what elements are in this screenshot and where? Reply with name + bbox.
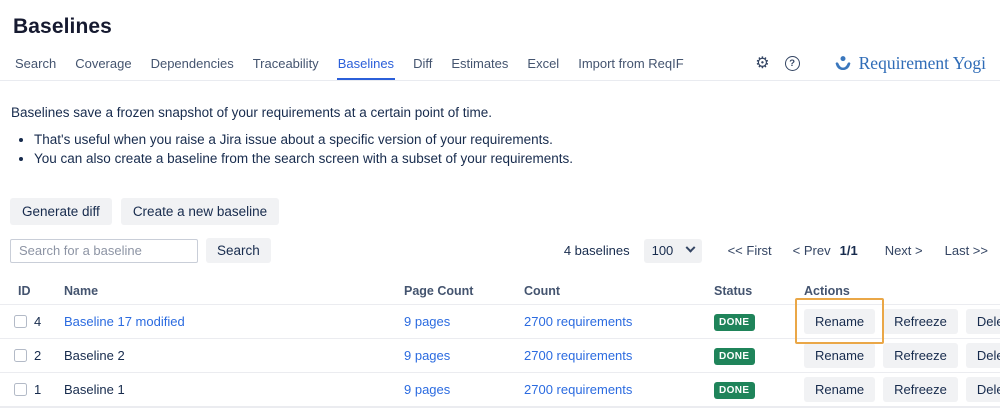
page-title: Baselines bbox=[0, 0, 1000, 39]
row-checkbox[interactable] bbox=[14, 349, 27, 362]
intro-bullet: That's useful when you raise a Jira issu… bbox=[34, 131, 1000, 148]
table-header: ID Name Page Count Count Status Actions bbox=[0, 278, 1000, 304]
intro-bullet: You can also create a baseline from the … bbox=[34, 150, 1000, 167]
id-cell: 4 bbox=[14, 314, 64, 329]
table-bottom-border bbox=[0, 406, 1000, 408]
rename-button[interactable]: Rename bbox=[804, 377, 875, 402]
page-count-link[interactable]: 9 pages bbox=[404, 382, 450, 397]
tab-import-reqif[interactable]: Import from ReqIF bbox=[577, 52, 684, 80]
pagination-next[interactable]: Next > bbox=[885, 243, 923, 258]
delete-button[interactable]: Delete bbox=[966, 343, 1000, 368]
tab-bar: Search Coverage Dependencies Traceabilit… bbox=[0, 52, 1000, 81]
pagination-prev[interactable]: < Prev bbox=[793, 243, 831, 258]
yogi-icon bbox=[833, 55, 853, 73]
pagination: << First < Prev 1/1 Next > Last >> bbox=[728, 243, 988, 258]
pagination-first[interactable]: << First bbox=[728, 243, 772, 258]
page-count-link[interactable]: 9 pages bbox=[404, 314, 450, 329]
col-header-status: Status bbox=[714, 284, 804, 298]
page-size-value: 100 bbox=[652, 243, 674, 258]
row-id: 2 bbox=[34, 348, 41, 363]
row-actions: Rename Refreeze Delete bbox=[804, 377, 1000, 402]
id-cell: 1 bbox=[14, 382, 64, 397]
col-header-actions: Actions bbox=[804, 284, 994, 298]
help-icon[interactable]: ? bbox=[785, 56, 800, 71]
status-badge: DONE bbox=[714, 314, 755, 331]
row-actions: Rename Refreeze Delete bbox=[804, 309, 1000, 334]
tab-search[interactable]: Search bbox=[14, 52, 57, 80]
requirement-count-link[interactable]: 2700 requirements bbox=[524, 348, 632, 363]
tab-excel[interactable]: Excel bbox=[526, 52, 560, 80]
search-input[interactable] bbox=[10, 239, 198, 263]
col-header-count: Count bbox=[524, 284, 714, 298]
row-id: 4 bbox=[34, 314, 41, 329]
baseline-count: 4 baselines bbox=[564, 243, 630, 258]
requirement-count-link[interactable]: 2700 requirements bbox=[524, 382, 632, 397]
col-header-name: Name bbox=[64, 284, 404, 298]
row-checkbox[interactable] bbox=[14, 315, 27, 328]
row-actions: Rename Refreeze Delete bbox=[804, 343, 1000, 368]
toolbar: Search 4 baselines 100 << First < Prev 1… bbox=[10, 238, 988, 263]
page-actions: Generate diff Create a new baseline bbox=[10, 198, 1000, 225]
intro-text: Baselines save a frozen snapshot of your… bbox=[0, 81, 1000, 122]
delete-button[interactable]: Delete bbox=[966, 377, 1000, 402]
table-row: 4 Baseline 17 modified 9 pages 2700 requ… bbox=[0, 304, 1000, 338]
refreeze-button[interactable]: Refreeze bbox=[883, 343, 958, 368]
pagination-current: 1/1 bbox=[840, 243, 858, 258]
tab-estimates[interactable]: Estimates bbox=[450, 52, 509, 80]
id-cell: 2 bbox=[14, 348, 64, 363]
refreeze-button[interactable]: Refreeze bbox=[883, 377, 958, 402]
tab-dependencies[interactable]: Dependencies bbox=[150, 52, 235, 80]
pagination-last[interactable]: Last >> bbox=[945, 243, 988, 258]
chevron-down-icon bbox=[685, 243, 695, 253]
tabbar-right: ⚙ ? Requirement Yogi bbox=[755, 53, 986, 80]
baselines-table: ID Name Page Count Count Status Actions … bbox=[0, 278, 1000, 408]
table-row: 1 Baseline 1 9 pages 2700 requirements D… bbox=[0, 372, 1000, 406]
page-count-link[interactable]: 9 pages bbox=[404, 348, 450, 363]
create-baseline-button[interactable]: Create a new baseline bbox=[121, 198, 279, 225]
toolbar-right: 4 baselines 100 << First < Prev 1/1 Next… bbox=[564, 239, 988, 263]
gear-icon[interactable]: ⚙ bbox=[755, 56, 769, 72]
rename-button[interactable]: Rename bbox=[804, 343, 875, 368]
brand-name: Requirement Yogi bbox=[859, 53, 986, 74]
rename-button[interactable]: Rename bbox=[804, 309, 875, 334]
row-checkbox[interactable] bbox=[14, 383, 27, 396]
tab-diff[interactable]: Diff bbox=[412, 52, 433, 80]
baseline-name[interactable]: Baseline 2 bbox=[64, 348, 125, 363]
delete-button[interactable]: Delete bbox=[966, 309, 1000, 334]
tab-baselines[interactable]: Baselines bbox=[337, 52, 395, 80]
table-body: 4 Baseline 17 modified 9 pages 2700 requ… bbox=[0, 304, 1000, 406]
status-badge: DONE bbox=[714, 382, 755, 399]
col-header-page-count: Page Count bbox=[404, 284, 524, 298]
col-header-id: ID bbox=[14, 284, 64, 298]
search-button[interactable]: Search bbox=[206, 238, 271, 263]
generate-diff-button[interactable]: Generate diff bbox=[10, 198, 112, 225]
refreeze-button[interactable]: Refreeze bbox=[883, 309, 958, 334]
baseline-name-link[interactable]: Baseline 17 modified bbox=[64, 314, 185, 329]
status-badge: DONE bbox=[714, 348, 755, 365]
tab-traceability[interactable]: Traceability bbox=[252, 52, 320, 80]
row-id: 1 bbox=[34, 382, 41, 397]
intro-bullets: That's useful when you raise a Jira issu… bbox=[0, 131, 1000, 168]
page-size-select[interactable]: 100 bbox=[644, 239, 702, 263]
tab-coverage[interactable]: Coverage bbox=[74, 52, 132, 80]
brand-logo[interactable]: Requirement Yogi bbox=[833, 53, 986, 74]
nav-tabs: Search Coverage Dependencies Traceabilit… bbox=[14, 52, 685, 80]
baseline-name[interactable]: Baseline 1 bbox=[64, 382, 125, 397]
table-row: 2 Baseline 2 9 pages 2700 requirements D… bbox=[0, 338, 1000, 372]
requirement-count-link[interactable]: 2700 requirements bbox=[524, 314, 632, 329]
